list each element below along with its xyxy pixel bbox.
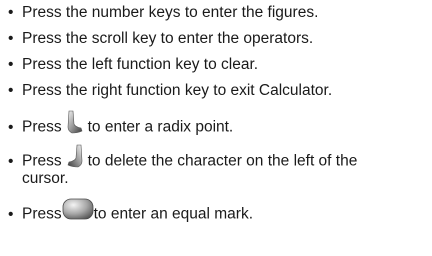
item-text-before: Press (22, 118, 62, 136)
bullet: • (8, 30, 14, 47)
bullet: • (8, 205, 14, 223)
bullet: • (8, 4, 14, 21)
bullet: • (8, 152, 14, 170)
item-text-after: to enter an equal mark. (93, 205, 254, 223)
item-text: Press the left function key to clear. (22, 56, 259, 73)
left-soft-key-icon (66, 110, 84, 141)
list-item: • Press to delete the character on the le… (8, 144, 428, 177)
bullet: • (8, 118, 14, 136)
item-continuation: cursor. (22, 170, 69, 187)
bullet: • (8, 56, 14, 73)
list-item: • Press to enter an equal mark. (8, 198, 428, 229)
item-text: Press the number keys to enter the figur… (22, 4, 319, 21)
list-item: • Press the scroll key to enter the opera… (8, 28, 428, 50)
item-text-after: to enter a radix point. (87, 118, 234, 136)
list-item: • Press the number keys to enter the figu… (8, 2, 428, 24)
bullet: • (8, 82, 14, 99)
item-text: Press the scroll key to enter the operat… (22, 30, 314, 47)
instruction-list: • Press the number keys to enter the figu… (0, 0, 432, 256)
item-text-before: Press (22, 205, 62, 223)
item-text-after: to delete the character on the left of t… (87, 152, 358, 170)
list-item: • Press to enter a radix point. (8, 110, 428, 143)
list-item: • Press the left function key to clear. (8, 54, 428, 76)
center-key-icon (62, 198, 94, 227)
list-item: • Press the right function key to exit Ca… (8, 80, 428, 102)
item-text: Press the right function key to exit Cal… (22, 82, 333, 99)
